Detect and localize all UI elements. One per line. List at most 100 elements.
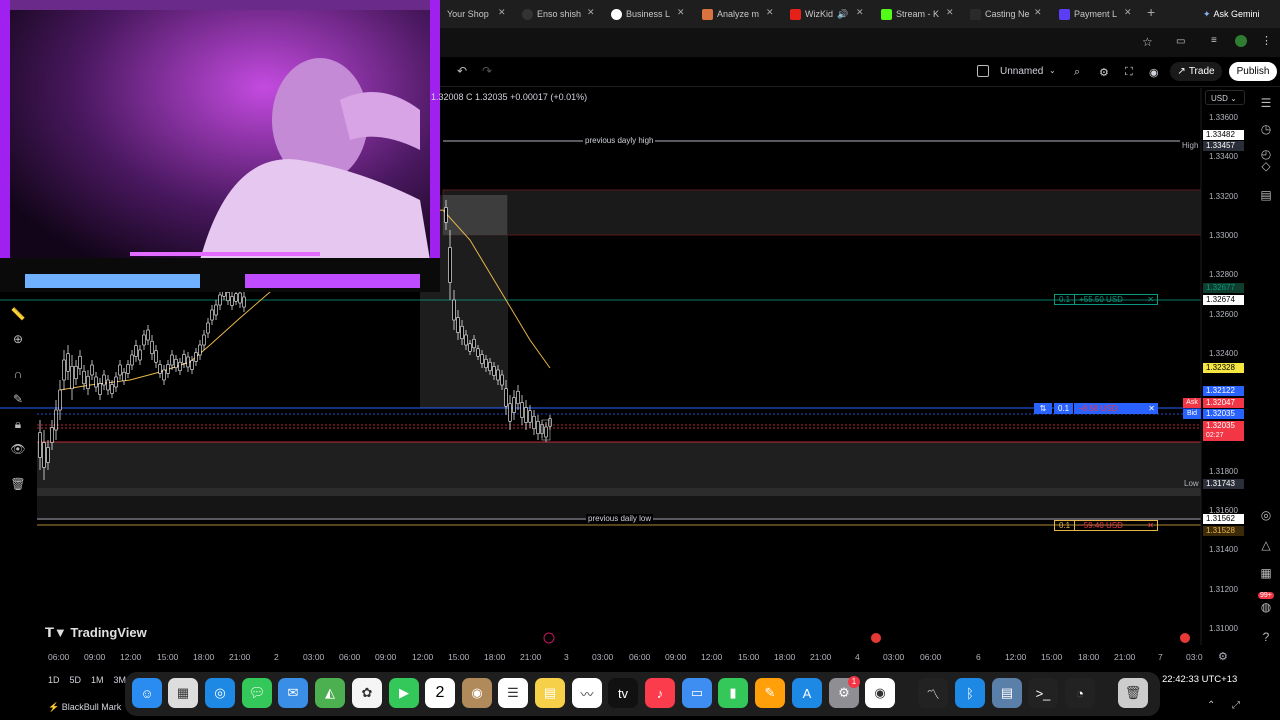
time-axis-label: 06:00 (629, 652, 651, 662)
candle-body (214, 304, 218, 316)
camera-icon[interactable]: ◉ (1149, 66, 1159, 79)
messages-icon[interactable]: 💬︎ (242, 678, 272, 708)
keynote-icon[interactable]: ▭ (682, 678, 712, 708)
disk-icon[interactable]: ▤ (992, 678, 1022, 708)
app-store-icon[interactable]: A (792, 678, 822, 708)
tv-icon[interactable]: tv (608, 678, 638, 708)
music-icon[interactable]: ♪ (645, 678, 675, 708)
price-tag: 1.32677 (1203, 283, 1244, 293)
trash-icon[interactable]: 🗑︎ (1118, 678, 1148, 708)
magnet-icon[interactable]: ∩ (9, 365, 27, 383)
search-icon[interactable]: ⌕ (1074, 66, 1080, 79)
close-icon[interactable]: ✕ (1034, 7, 1042, 18)
ask-gemini-button[interactable]: ✦ Ask Gemini (1203, 4, 1275, 24)
extensions-icon[interactable]: ≡ (1211, 35, 1217, 46)
chrome-icon[interactable]: ◉ (865, 678, 895, 708)
bluetooth-icon[interactable]: ᛒ (955, 678, 985, 708)
close-icon[interactable]: ✕ (766, 7, 774, 18)
redo-icon[interactable]: ↷ (482, 64, 492, 78)
photos-icon[interactable]: ✿ (352, 678, 382, 708)
launchpad-icon[interactable]: ▦ (168, 678, 198, 708)
layout-name[interactable]: Unnamed (1000, 66, 1043, 77)
close-icon[interactable]: ✕ (856, 7, 864, 18)
browser-tab[interactable]: Casting Ne (970, 4, 1030, 24)
reminders-icon[interactable]: ☰ (498, 678, 528, 708)
alert-clock-icon[interactable]: ◷ (1257, 120, 1275, 138)
menu-icon[interactable]: ⋮ (1261, 34, 1272, 47)
timeframe-5d[interactable]: 5D (70, 675, 82, 685)
lock-icon[interactable]: 🔒︎ (9, 415, 27, 433)
bookmark-star-icon[interactable]: ☆ (1142, 35, 1153, 49)
avatar[interactable] (1235, 35, 1247, 47)
settings-icon[interactable]: ⚙ (1218, 650, 1228, 663)
calendar-icon[interactable]: 2 (425, 678, 455, 708)
notification-icon[interactable]: ◍ (1257, 598, 1275, 616)
finder-icon[interactable]: ☺ (132, 678, 162, 708)
activity-icon[interactable]: ◔ (1065, 678, 1095, 708)
close-icon[interactable]: ✕ (1124, 7, 1132, 18)
calendar-icon[interactable]: ▦ (1257, 564, 1275, 582)
safari-icon[interactable]: ◎ (205, 678, 235, 708)
help-icon[interactable]: ? (1257, 628, 1275, 646)
numbers-icon[interactable]: ▮ (718, 678, 748, 708)
timeframe-1m[interactable]: 1M (91, 675, 104, 685)
terminal-icon[interactable]: >_ (1028, 678, 1058, 708)
price-scale-label: 1.33000 (1209, 230, 1238, 240)
eye-icon[interactable]: 👁︎ (9, 440, 27, 458)
broker-panel[interactable]: ⚡ BlackBull Mark (48, 702, 121, 713)
browser-tab[interactable]: Your Shop (447, 4, 497, 24)
contacts-icon[interactable]: ◉ (462, 678, 492, 708)
chevron-down-icon[interactable]: ⌄ (1049, 66, 1056, 75)
ruler-icon[interactable]: 📏 (9, 305, 27, 323)
trade-button[interactable]: ↗ Trade (1170, 62, 1222, 81)
browser-tab[interactable]: Business L (611, 4, 671, 24)
candle-body (472, 338, 476, 349)
close-icon[interactable]: ✕ (498, 7, 506, 18)
chevron-up-icon[interactable]: ⌃ (1207, 700, 1215, 711)
trash-icon[interactable]: 🗑︎ (9, 475, 27, 493)
candle-body (536, 420, 540, 435)
close-icon[interactable]: ✕ (677, 7, 685, 18)
candle-body (504, 388, 508, 407)
publish-button[interactable]: Publish (1229, 62, 1277, 81)
facetime-icon[interactable]: ▶ (389, 678, 419, 708)
mail-icon[interactable]: ✉ (278, 678, 308, 708)
browser-tab[interactable]: Enso shish (522, 4, 582, 24)
stocks-icon[interactable]: 〽 (918, 678, 948, 708)
candle-body (174, 358, 178, 369)
fullscreen-icon[interactable]: ⛶ (1125, 66, 1133, 79)
gear-icon[interactable]: ⚙ (1099, 66, 1109, 79)
layers-icon[interactable]: ◇ (1257, 157, 1275, 175)
watchlist-icon[interactable]: ☰ (1257, 94, 1275, 112)
currency-select[interactable]: USD ⌄ (1205, 90, 1245, 105)
pencil-icon[interactable]: ✎ (9, 390, 27, 408)
entry-order[interactable]: ⇅ 0.1 −8.50 USD ✕ (1034, 403, 1158, 414)
close-icon[interactable]: ✕ (946, 7, 954, 18)
browser-tab[interactable]: Payment L (1059, 4, 1121, 24)
time-axis-label: 12:00 (701, 652, 723, 662)
pages-icon[interactable]: ✎ (755, 678, 785, 708)
target-icon[interactable]: ◎ (1257, 506, 1275, 524)
time-axis-label: 03:00 (303, 652, 325, 662)
time-axis-label: 3 (564, 652, 569, 662)
close-icon[interactable]: ✕ (587, 7, 595, 18)
new-tab-button[interactable]: + (1147, 4, 1155, 20)
browser-tab[interactable]: Analyze m (702, 4, 762, 24)
browser-tab[interactable]: WizKid 🔊 (790, 4, 848, 24)
layout-icon[interactable] (977, 65, 989, 77)
time-axis-label: 06:00 (339, 652, 361, 662)
chat-icon[interactable]: ▤ (1257, 186, 1275, 204)
zoom-icon[interactable]: ⊕ (9, 330, 27, 348)
take-profit-order[interactable]: 0.1 +55.50 USD ✕ (1054, 294, 1158, 305)
notes-icon[interactable]: ▤ (535, 678, 565, 708)
freeform-icon[interactable]: 〰 (572, 678, 602, 708)
timeframe-1d[interactable]: 1D (48, 675, 60, 685)
undo-icon[interactable]: ↶ (457, 64, 467, 78)
browser-tab[interactable]: Stream - K (881, 4, 941, 24)
candle-body (186, 356, 190, 368)
cast-icon[interactable]: ▭ (1176, 36, 1185, 47)
maximize-icon[interactable]: ⤢ (1232, 700, 1240, 711)
ideas-icon[interactable]: △ (1257, 536, 1275, 554)
maps-icon[interactable]: ◭ (315, 678, 345, 708)
stop-loss-order[interactable]: 0.1 −59.40 USD ✕ (1054, 520, 1158, 531)
